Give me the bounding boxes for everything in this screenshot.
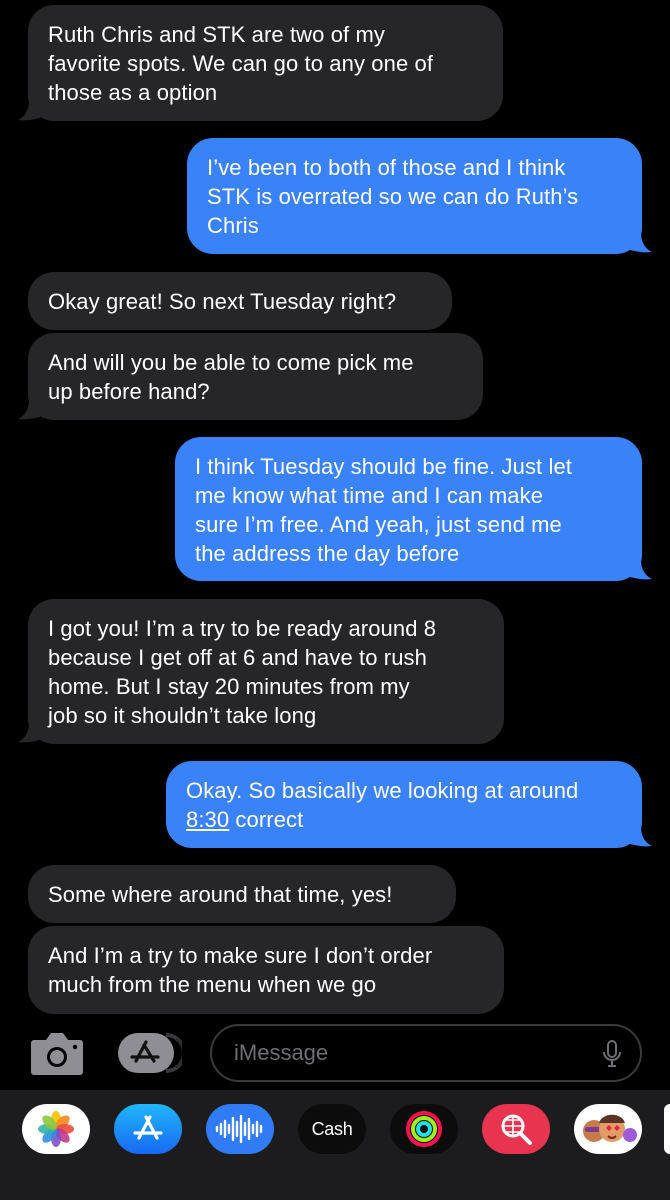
microphone-icon[interactable]: [602, 1040, 622, 1068]
memoji-stickers-button[interactable]: [574, 1104, 642, 1154]
memoji-icon: [583, 1114, 637, 1142]
incoming-bubble-tail: [18, 722, 40, 743]
message-text: correct: [229, 807, 304, 832]
app-store-icon: [133, 1115, 163, 1140]
cash-label: Cash: [311, 1118, 353, 1139]
outgoing-bubble-tail: [630, 559, 652, 580]
camera-icon[interactable]: [30, 1030, 84, 1076]
outgoing-bubble-tail: [630, 232, 652, 253]
image-search-button[interactable]: [482, 1104, 550, 1154]
time-link[interactable]: 8:30: [186, 807, 229, 832]
photos-app-button[interactable]: [22, 1104, 90, 1154]
activity-rings-icon: [406, 1111, 442, 1147]
outgoing-message[interactable]: I think Tuesday should be fine. Just let…: [175, 437, 642, 581]
globe-search-icon: [501, 1114, 532, 1145]
incoming-message[interactable]: I got you! I’m a try to be ready around …: [28, 599, 504, 744]
photos-icon: [38, 1111, 74, 1147]
incoming-message[interactable]: And I’m a try to make sure I don’t order…: [28, 926, 504, 1014]
app-store-button[interactable]: [116, 1033, 182, 1073]
app-drawer: Cash: [0, 1090, 670, 1200]
audio-message-button[interactable]: [206, 1104, 274, 1154]
waveform-icon: [215, 1114, 263, 1144]
message-thread[interactable]: Ruth Chris and STK are two of my favorit…: [0, 0, 670, 1020]
outgoing-message[interactable]: Okay. So basically we looking at around …: [166, 761, 642, 848]
input-placeholder: iMessage: [234, 1040, 329, 1065]
app-store-app-button[interactable]: [114, 1104, 182, 1154]
apple-cash-button[interactable]: Cash: [298, 1104, 366, 1154]
incoming-message[interactable]: And will you be able to come pick me up …: [28, 333, 483, 420]
incoming-message[interactable]: Some where around that time, yes!: [28, 865, 456, 923]
incoming-bubble-tail: [18, 100, 40, 121]
more-apps-edge[interactable]: [664, 1104, 670, 1154]
outgoing-bubble-tail: [630, 826, 652, 847]
outgoing-message[interactable]: I’ve been to both of those and I think S…: [187, 138, 642, 254]
incoming-message[interactable]: Okay great! So next Tuesday right?: [28, 272, 452, 330]
imessage-input[interactable]: iMessage: [210, 1024, 642, 1082]
incoming-message[interactable]: Ruth Chris and STK are two of my favorit…: [28, 5, 503, 121]
fitness-activity-button[interactable]: [390, 1104, 458, 1154]
incoming-bubble-tail: [18, 399, 40, 420]
message-text: Okay. So basically we looking at around: [186, 778, 579, 803]
